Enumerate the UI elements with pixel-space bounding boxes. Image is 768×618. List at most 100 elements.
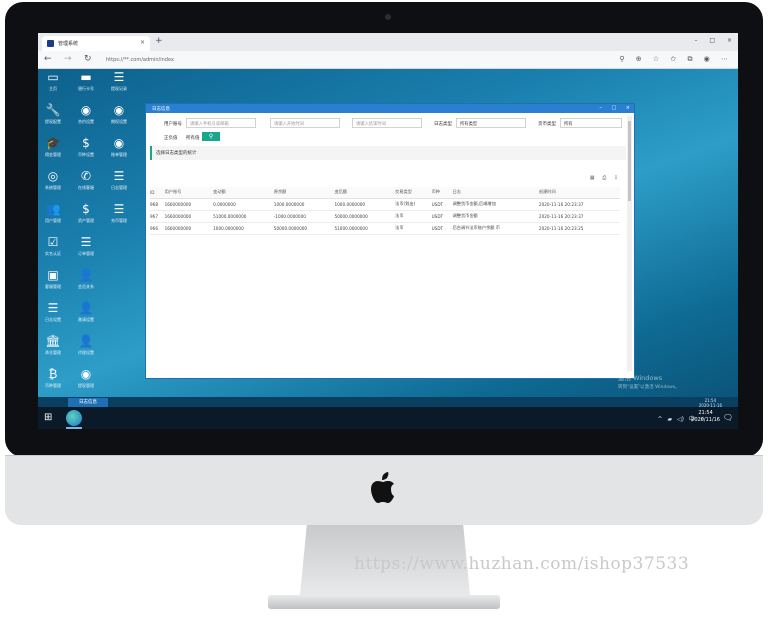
column-header[interactable]: 变动额 — [213, 187, 274, 199]
activate-subtitle: 转到"设置"以激活 Windows。 — [618, 385, 680, 390]
log-window: 日志信息 – □ × 用户账号 请输入手机号或邮箱 请输入开始时间 请输入结束时… — [145, 103, 635, 379]
user-input[interactable]: 请输入手机号或邮箱 — [186, 118, 256, 128]
start-time-input[interactable]: 请输入开始时间 — [270, 118, 340, 128]
sidebar-item-label: 银行卡号 — [78, 86, 94, 91]
sidebar-item[interactable]: 🎓 佣金管理 — [38, 135, 68, 165]
sidebar-item-label: 主页 — [49, 86, 57, 91]
sidebar-item[interactable]: 👤 代理设置 — [71, 333, 101, 363]
sidebar-item[interactable]: ✆ 在线客服 — [71, 168, 101, 198]
log-type-select[interactable]: 所有类型 — [456, 118, 526, 128]
sidebar-item[interactable]: ☰ 提现记录 — [104, 69, 134, 99]
table-row[interactable]: 967 1660000000 51000.0000000 -1000.0000000 5… — [150, 210, 620, 223]
list-icon: ☰ — [113, 202, 125, 216]
table-cell: USDT — [431, 210, 453, 223]
sidebar-item[interactable]: 👤 会员关系 — [71, 267, 101, 297]
table-header-row: ID 用户账号 变动额 原余额 变后额 交易类型 币种 日志 创建时间 — [150, 187, 620, 199]
windows-start-icon[interactable]: ⊞ — [44, 412, 52, 423]
sidebar-item-label: 币种设置 — [78, 152, 94, 157]
scrollbar-thumb[interactable] — [628, 121, 631, 201]
table-cell: 968 — [150, 198, 165, 211]
sidebar-item[interactable]: ▬ 银行卡号 — [71, 69, 101, 99]
sidebar-item-label: 提现管理 — [78, 383, 94, 388]
column-header[interactable]: 币种 — [431, 187, 453, 199]
browser-window-controls[interactable]: – □ × — [694, 37, 732, 44]
table-cell: 51000.0000000 — [213, 210, 274, 223]
sidebar-item[interactable]: $ 币种设置 — [71, 135, 101, 165]
sidebar-item[interactable]: ☑ 实名认证 — [38, 234, 68, 264]
table-cell: 966 — [150, 222, 165, 235]
sidebar-item[interactable]: 🔧 提现配置 — [38, 102, 68, 132]
tab-title: 管理系统 — [58, 41, 79, 47]
users-icon: 👥 — [45, 202, 61, 216]
sidebar-item-label: 资产管理 — [78, 218, 94, 223]
scrollbar[interactable] — [627, 116, 632, 371]
column-header[interactable]: ID — [150, 187, 165, 199]
taskbar-time: 21:54 — [698, 410, 713, 416]
sidebar-item[interactable]: ☰ 日志设置 — [38, 300, 68, 330]
table-cell: 2020-11-16 20:23:25 — [538, 222, 620, 235]
back-icon[interactable]: ← — [44, 54, 52, 64]
column-header[interactable]: 日志 — [452, 187, 539, 199]
list-icon: ☰ — [80, 235, 92, 249]
taskbar-date: 2020/11/16 — [691, 417, 720, 423]
list-icon: ☰ — [113, 169, 125, 183]
sidebar-item[interactable]: 🏛 承兑管理 — [38, 333, 68, 363]
column-header[interactable]: 原余额 — [273, 187, 335, 199]
column-header[interactable]: 用户账号 — [164, 187, 214, 199]
forward-icon[interactable]: → — [64, 54, 72, 64]
eye-icon: ◉ — [80, 103, 92, 117]
browser-tab[interactable]: 管理系统 × — [42, 36, 150, 51]
wrench-icon: 🔧 — [45, 103, 61, 117]
bank-icon: 🏛 — [45, 334, 61, 348]
dollar-icon: $ — [82, 136, 90, 150]
log-window-title: 日志信息 — [152, 107, 170, 112]
sidebar-item[interactable]: ◉ 提现管理 — [71, 366, 101, 396]
search-button[interactable]: ⚲ — [202, 132, 220, 141]
refresh-icon[interactable]: ↻ — [84, 54, 92, 64]
sidebar-item[interactable]: ▣ 客服管理 — [38, 267, 68, 297]
sidebar-item-label: 合约设置 — [78, 119, 94, 124]
table-row[interactable]: 968 1660000000 0.0000000 1000.0000000 1000.0… — [150, 198, 620, 211]
sidebar-item-label: 代理设置 — [78, 350, 94, 355]
edge-browser-icon[interactable] — [66, 410, 82, 429]
column-header[interactable]: 变后额 — [334, 187, 396, 199]
sidebar-item[interactable]: ◎ 系统管理 — [38, 168, 68, 198]
user-label: 用户账号 — [164, 122, 182, 127]
sidebar-item-label: 承兑管理 — [45, 350, 61, 355]
sidebar-item[interactable]: ₿ 币种管理 — [38, 366, 68, 396]
address-bar-row: ← → ↻ https://**.com/admin/index ⚲ ⊕ ☆ ✩… — [38, 51, 738, 69]
new-tab-button[interactable]: + — [155, 36, 163, 46]
checkbox-icon: ☑ — [47, 235, 59, 249]
sidebar-item[interactable]: ◉ 合约设置 — [71, 102, 101, 132]
table-cell: 1000.0000000 — [334, 198, 396, 211]
log-window-controls[interactable]: – □ × — [599, 105, 630, 111]
site-watermark: https://www.huzhan.com/ishop37533 — [354, 554, 690, 574]
sign-select[interactable]: 所有值 — [186, 135, 200, 141]
sidebar-item[interactable]: ◉ 期权设置 — [104, 102, 134, 132]
table-cell: 1000.0000000 — [273, 198, 335, 211]
url-field[interactable]: https://**.com/admin/index — [106, 54, 556, 66]
coin-type-select[interactable]: 所有 — [560, 118, 622, 128]
table-row[interactable]: 966 1660000000 1000.0000000 50000.0000000 51… — [150, 222, 620, 235]
column-header[interactable]: 创建时间 — [538, 187, 620, 199]
page-tab-log[interactable]: 日志信息 — [68, 398, 108, 407]
sidebar-item[interactable]: ☰ 订单管理 — [71, 234, 101, 264]
list-icon: ☰ — [47, 301, 59, 315]
sidebar-item[interactable]: 👥 用户管理 — [38, 201, 68, 231]
table-tool-icons[interactable]: ▦ ⎙ ⇩ — [590, 175, 618, 181]
sidebar-item[interactable]: 👤 邀请设置 — [71, 300, 101, 330]
sidebar-item[interactable]: ▭ 主页 — [38, 69, 68, 99]
end-time-input[interactable]: 请输入结束时间 — [352, 118, 422, 128]
sidebar-item[interactable]: ◉ 账单管理 — [104, 135, 134, 165]
notification-icon[interactable]: 🗨 — [723, 413, 733, 422]
tab-close-icon[interactable]: × — [140, 39, 145, 46]
column-header[interactable]: 交易类型 — [395, 187, 432, 199]
sidebar-item[interactable]: ☰ 充币管理 — [104, 201, 134, 231]
table-cell: 法币 — [395, 210, 432, 223]
log-window-titlebar: 日志信息 – □ × — [146, 104, 634, 113]
sidebar-item[interactable]: ☰ 日志管理 — [104, 168, 134, 198]
windows-activation-watermark: 激活 Windows 转到"设置"以激活 Windows。 — [618, 374, 680, 392]
taskbar-clock[interactable]: 21:54 2020/11/16 — [691, 410, 720, 424]
browser-toolbar-icons[interactable]: ⚲ ⊕ ☆ ✩ ⧉ ◉ ⋯ — [619, 55, 728, 64]
sidebar-item[interactable]: $ 资产管理 — [71, 201, 101, 231]
